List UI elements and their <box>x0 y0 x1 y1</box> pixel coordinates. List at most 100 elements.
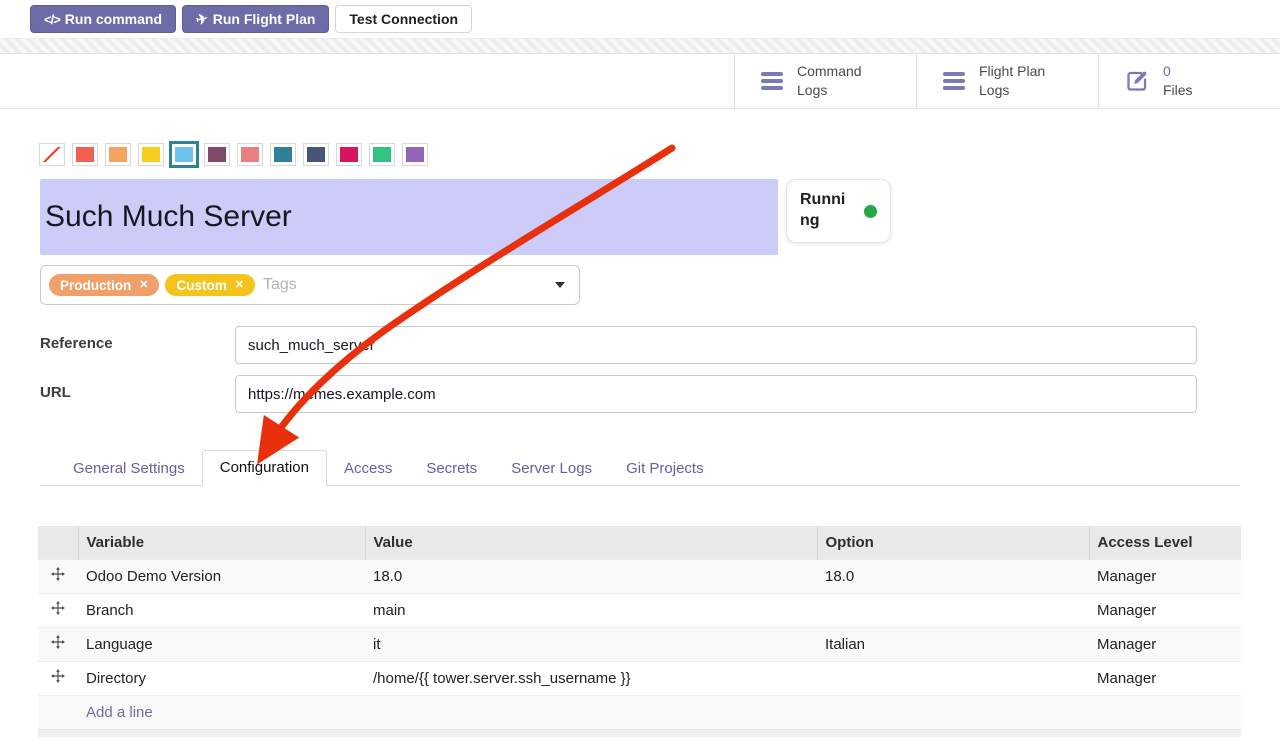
table-row[interactable]: Directory/home/{{ tower.server.ssh_usern… <box>38 661 1241 695</box>
cell-option <box>817 661 1089 695</box>
cell-value: 18.0 <box>365 559 817 593</box>
tags-placeholder: Tags <box>263 276 297 294</box>
table-row[interactable]: LanguageitItalianManager <box>38 627 1241 661</box>
cell-value: main <box>365 593 817 627</box>
cell-value: it <box>365 627 817 661</box>
list-icon <box>761 69 783 93</box>
reference-input[interactable] <box>235 326 1197 364</box>
color-swatch-fuchsia[interactable] <box>337 144 361 165</box>
server-title: Such Much Server <box>45 200 292 234</box>
cell-option: 18.0 <box>817 559 1089 593</box>
run-flight-plan-label: Run Flight Plan <box>213 11 316 27</box>
action-toolbar: </> Run command ✈ Run Flight Plan Test C… <box>0 0 1280 38</box>
color-palette <box>40 144 1240 165</box>
column-header-option: Option <box>817 526 1089 559</box>
cell-access_level: Manager <box>1089 627 1241 661</box>
drag-handle-icon[interactable] <box>38 593 78 627</box>
color-swatch-orange[interactable] <box>106 144 130 165</box>
tags-field[interactable]: Production ✕ Custom ✕ Tags <box>40 265 580 305</box>
status-indicator-card[interactable]: Running <box>786 179 891 243</box>
table-header-row: VariableValueOptionAccess Level <box>38 526 1241 559</box>
reference-label: Reference <box>40 326 235 364</box>
reference-row: Reference <box>40 326 1240 364</box>
tag-pill-production[interactable]: Production ✕ <box>49 274 159 296</box>
flight-plan-logs-button[interactable]: Flight Plan Logs <box>916 54 1098 108</box>
url-input[interactable] <box>235 375 1197 413</box>
tab-server-logs[interactable]: Server Logs <box>494 452 609 486</box>
table-footer-strip <box>38 729 1241 737</box>
cell-option: Italian <box>817 627 1089 661</box>
cell-option <box>817 593 1089 627</box>
chevron-down-icon[interactable] <box>555 282 565 288</box>
color-swatch-red[interactable] <box>73 144 97 165</box>
cell-variable: Odoo Demo Version <box>78 559 365 593</box>
table-row[interactable]: Branchmain Manager <box>38 593 1241 627</box>
color-swatch-dark-purple[interactable] <box>205 144 229 165</box>
statusbar-hatch-strip <box>0 38 1280 54</box>
code-icon: </> <box>44 12 60 27</box>
run-command-button[interactable]: </> Run command <box>30 5 176 33</box>
add-a-line-link[interactable]: Add a line <box>78 695 1241 729</box>
cell-access_level: Manager <box>1089 661 1241 695</box>
column-header-value: Value <box>365 526 817 559</box>
add-a-line-spacer <box>38 695 78 729</box>
url-row: URL <box>40 375 1240 413</box>
tag-pill-list: Production ✕ Custom ✕ <box>49 274 255 296</box>
run-flight-plan-button[interactable]: ✈ Run Flight Plan <box>182 5 329 33</box>
add-a-line-row: Add a line <box>38 695 1241 729</box>
field-group: Reference URL <box>40 326 1240 413</box>
color-swatch-medium-blue[interactable] <box>271 144 295 165</box>
color-swatch-green[interactable] <box>370 144 394 165</box>
column-header-access-level: Access Level <box>1089 526 1241 559</box>
command-logs-button[interactable]: Command Logs <box>734 54 916 108</box>
form-header-bar: Command Logs Flight Plan Logs 0 Files <box>0 54 1280 109</box>
tag-label: Custom <box>176 278 226 293</box>
server-title-field[interactable]: Such Much Server <box>40 179 778 255</box>
list-icon <box>943 69 965 93</box>
column-header-variable: Variable <box>78 526 365 559</box>
plane-icon: ✈ <box>194 9 209 28</box>
color-swatch-light-blue[interactable] <box>172 144 196 165</box>
form-sheet: Such Much Server Running Production✕Cust… <box>0 144 1280 737</box>
run-command-label: Run command <box>65 11 162 27</box>
files-button[interactable]: 0 Files <box>1098 54 1280 108</box>
drag-handle-icon[interactable] <box>38 559 78 593</box>
cell-variable: Branch <box>78 593 365 627</box>
tag-remove-icon[interactable]: ✕ <box>139 280 148 291</box>
cell-access_level: Manager <box>1089 593 1241 627</box>
color-swatch-purple[interactable] <box>403 144 427 165</box>
flight-plan-logs-label: Flight Plan Logs <box>979 62 1045 100</box>
tag-pill-custom[interactable]: Custom ✕ <box>165 274 254 296</box>
status-dot-icon <box>864 205 877 218</box>
tab-secrets[interactable]: Secrets <box>409 452 494 486</box>
command-logs-label: Command Logs <box>797 62 862 100</box>
files-label: 0 Files <box>1163 62 1193 100</box>
cell-access_level: Manager <box>1089 559 1241 593</box>
color-swatch-dark-blue[interactable] <box>304 144 328 165</box>
test-connection-label: Test Connection <box>349 11 458 27</box>
color-swatch-no-color[interactable] <box>40 144 64 165</box>
tab-git-projects[interactable]: Git Projects <box>609 452 721 486</box>
tab-access[interactable]: Access <box>327 452 409 486</box>
edit-icon <box>1125 69 1149 93</box>
configuration-table-wrap: VariableValueOptionAccess Level Odoo Dem… <box>38 526 1241 737</box>
cell-variable: Directory <box>78 661 365 695</box>
tab-configuration[interactable]: Configuration <box>202 450 327 486</box>
drag-handle-icon[interactable] <box>38 627 78 661</box>
status-label: Running <box>800 190 852 232</box>
handle-column-header <box>38 526 78 559</box>
cell-variable: Language <box>78 627 365 661</box>
drag-handle-icon[interactable] <box>38 661 78 695</box>
cell-value: /home/{{ tower.server.ssh_username }} <box>365 661 817 695</box>
url-label: URL <box>40 375 235 413</box>
tab-general-settings[interactable]: General Settings <box>56 452 202 486</box>
color-swatch-yellow[interactable] <box>139 144 163 165</box>
table-row[interactable]: Odoo Demo Version18.018.0Manager <box>38 559 1241 593</box>
test-connection-button[interactable]: Test Connection <box>335 5 472 33</box>
notebook-tabs: General SettingsConfigurationAccessSecre… <box>40 449 1240 486</box>
configuration-table: VariableValueOptionAccess Level Odoo Dem… <box>38 526 1241 729</box>
tag-remove-icon[interactable]: ✕ <box>235 280 244 291</box>
tag-label: Production <box>60 278 131 293</box>
color-swatch-salmon-pink[interactable] <box>238 144 262 165</box>
title-row: Such Much Server Running <box>40 179 1240 255</box>
